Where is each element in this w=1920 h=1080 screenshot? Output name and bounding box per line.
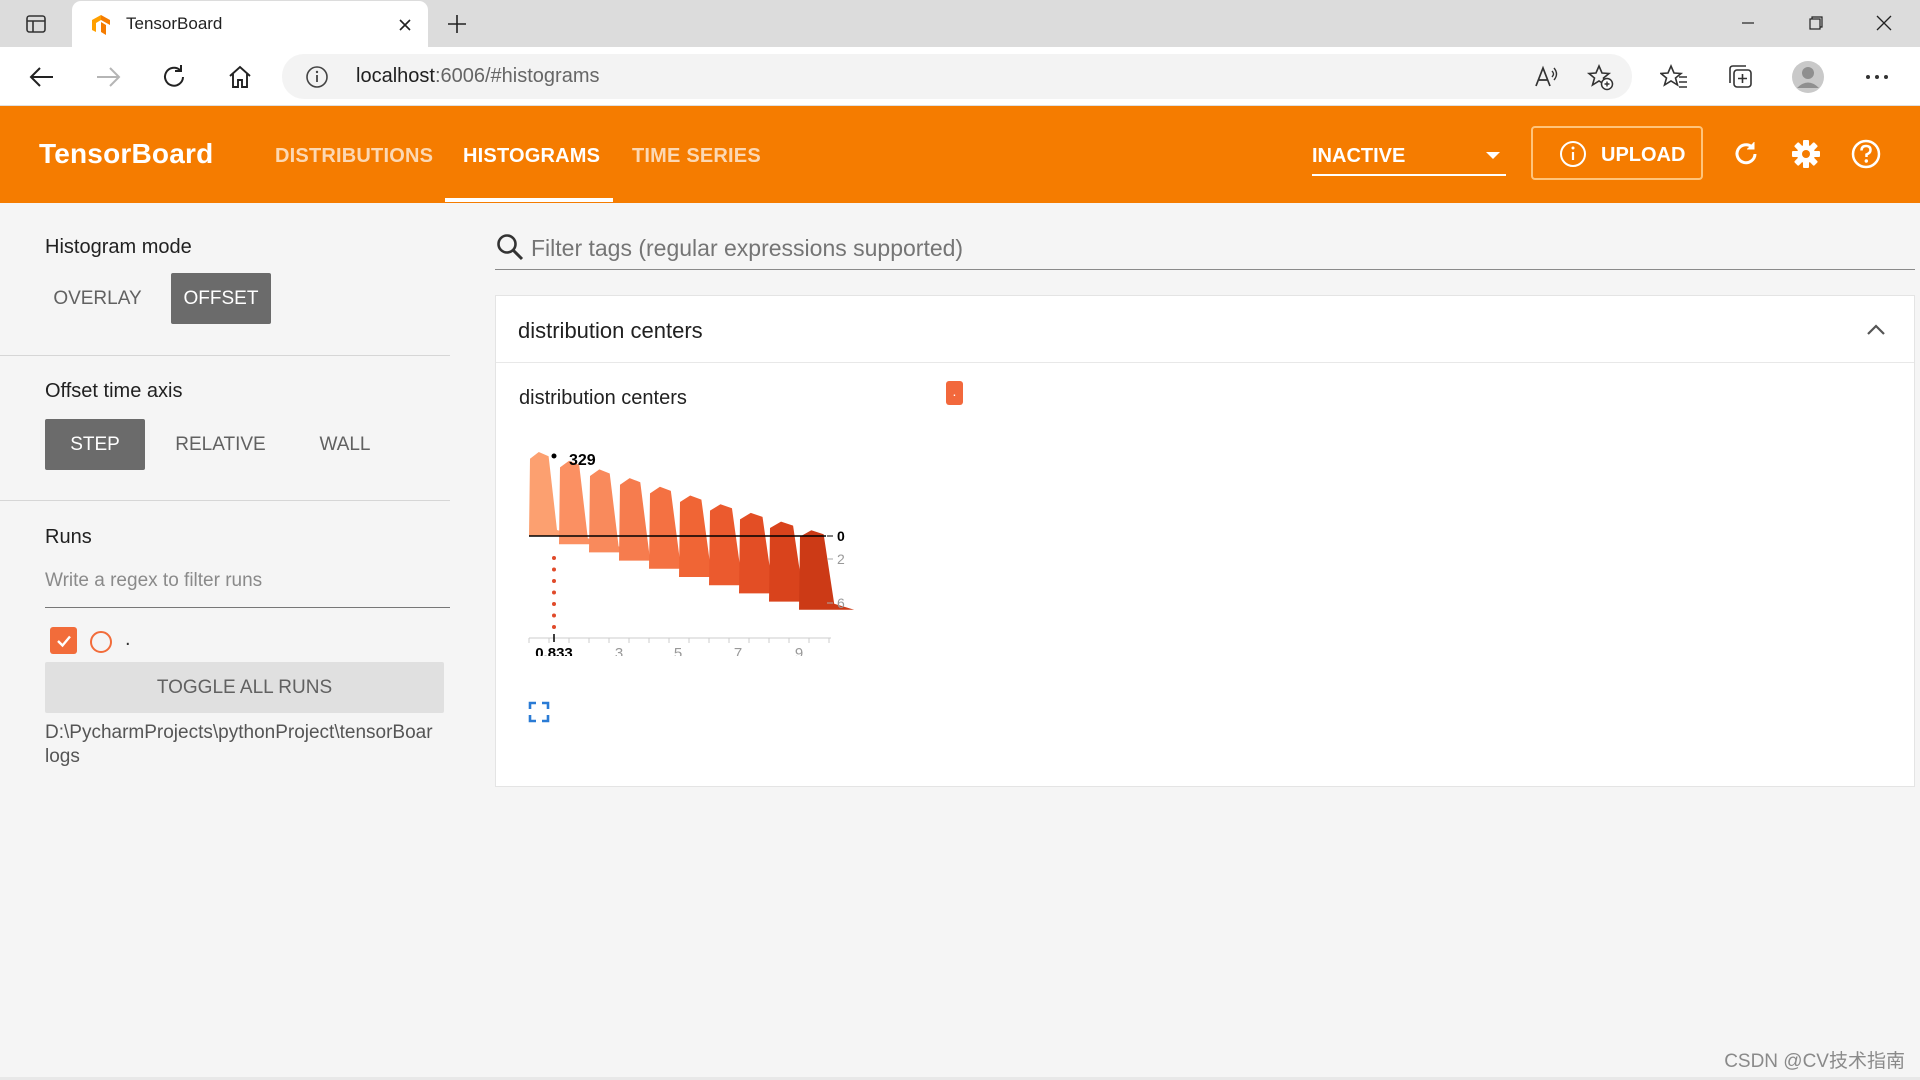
- tag-group-header[interactable]: distribution centers: [496, 296, 1914, 363]
- tensorboard-favicon-icon: [90, 14, 112, 36]
- main-content: Filter tags (regular expressions support…: [452, 203, 1920, 1080]
- chevron-up-icon[interactable]: [1864, 320, 1888, 340]
- url-host: localhost: [356, 65, 435, 87]
- settings-gear-icon[interactable]: [1788, 136, 1824, 172]
- run-name: .: [125, 628, 131, 650]
- step-button[interactable]: STEP: [45, 419, 145, 470]
- divider: [0, 500, 450, 501]
- address-bar: localhost:6006/#histograms: [0, 47, 1920, 106]
- read-aloud-icon[interactable]: [1532, 63, 1560, 91]
- x-tick-label: 5: [674, 645, 682, 656]
- toggle-all-runs-button[interactable]: TOGGLE ALL RUNS: [45, 662, 444, 713]
- tab-distributions[interactable]: DISTRIBUTIONS: [275, 145, 433, 168]
- inactive-plugins-dropdown[interactable]: INACTIVE: [1312, 134, 1506, 176]
- app-brand: TensorBoard: [39, 138, 214, 169]
- active-tab-indicator: [445, 198, 613, 202]
- hover-peak-dot: [551, 453, 557, 459]
- hover-guide-dot: [552, 602, 556, 606]
- more-options-icon[interactable]: [1858, 58, 1896, 96]
- refresh-icon[interactable]: [1728, 136, 1764, 172]
- browser-tab-strip: TensorBoard: [0, 0, 1920, 48]
- x-tick-label: 9: [795, 645, 803, 656]
- tab-histograms[interactable]: HISTOGRAMS: [463, 145, 600, 168]
- forward-arrow-icon[interactable]: [88, 57, 128, 97]
- collections-icon[interactable]: [1721, 58, 1759, 96]
- hover-guide-dot: [552, 590, 556, 595]
- histogram-ridge: [799, 530, 855, 610]
- upload-button[interactable]: UPLOAD: [1531, 126, 1703, 180]
- runs-heading: Runs: [45, 526, 92, 548]
- new-tab-icon[interactable]: [440, 8, 474, 40]
- browser-tab[interactable]: TensorBoard: [72, 1, 428, 48]
- tag-filter-input[interactable]: Filter tags (regular expressions support…: [495, 223, 1915, 270]
- y-tick-label: 6: [837, 595, 845, 611]
- browser-tab-title: TensorBoard: [126, 14, 223, 33]
- run-color-swatch[interactable]: [90, 631, 112, 653]
- url-field[interactable]: localhost:6006/#histograms: [282, 54, 1632, 99]
- tag-group-title: distribution centers: [518, 318, 703, 343]
- info-icon: [1559, 140, 1587, 168]
- hover-guide-dot: [552, 579, 556, 583]
- url-path: :6006/#histograms: [434, 65, 600, 87]
- x-tick-label: 0.833: [535, 645, 573, 656]
- search-icon: [495, 232, 525, 262]
- profile-avatar-icon[interactable]: [1789, 58, 1827, 96]
- hover-guide-dot: [552, 556, 556, 560]
- restore-icon[interactable]: [1782, 0, 1850, 46]
- help-icon[interactable]: [1848, 136, 1884, 172]
- logdir-line-2: logs: [45, 746, 80, 767]
- run-badge: .: [946, 381, 963, 405]
- offset-time-axis-heading: Offset time axis: [45, 380, 183, 402]
- reload-icon[interactable]: [154, 57, 194, 97]
- fullscreen-icon[interactable]: [528, 701, 550, 723]
- tag-group-card: distribution centers distribution center…: [495, 295, 1915, 787]
- favorites-icon[interactable]: [1655, 58, 1693, 96]
- site-info-icon[interactable]: [305, 65, 329, 89]
- home-icon[interactable]: [220, 57, 260, 97]
- plot-title: distribution centers: [519, 387, 687, 409]
- hover-guide-dot: [552, 613, 556, 618]
- x-tick-label: 3: [615, 645, 623, 656]
- close-window-icon[interactable]: [1850, 0, 1918, 46]
- back-arrow-icon[interactable]: [22, 57, 62, 97]
- y-tick-label: 2: [837, 551, 845, 567]
- histogram-mode-heading: Histogram mode: [45, 236, 192, 258]
- tab-time-series[interactable]: TIME SERIES: [632, 145, 761, 168]
- logdir-line-1: D:\PycharmProjects\pythonProject\tensorB…: [45, 722, 433, 743]
- x-tick-label: 7: [734, 645, 742, 656]
- close-tab-icon[interactable]: [392, 12, 418, 38]
- run-checkbox[interactable]: [50, 627, 77, 654]
- watermark: CSDN @CV技术指南: [1724, 1051, 1905, 1072]
- sidebar: Histogram mode OVERLAY OFFSET Offset tim…: [0, 203, 452, 1080]
- wall-button[interactable]: WALL: [300, 419, 390, 470]
- divider: [0, 355, 450, 356]
- add-favorite-icon[interactable]: [1586, 63, 1614, 91]
- log-directory: D:\PycharmProjects\pythonProject\tensorB…: [45, 721, 452, 769]
- caret-down-icon: [1486, 152, 1500, 159]
- tag-filter-placeholder: Filter tags (regular expressions support…: [531, 235, 964, 261]
- hover-guide-dot: [552, 567, 556, 572]
- histogram-chart[interactable]: 0 2 6 0.833 3 5 7 9 329: [521, 416, 861, 656]
- upload-label: UPLOAD: [1601, 144, 1686, 166]
- minimize-icon[interactable]: [1714, 0, 1782, 46]
- offset-button[interactable]: OFFSET: [171, 273, 271, 324]
- tensorboard-header: TensorBoard DISTRIBUTIONS HISTOGRAMS TIM…: [0, 106, 1920, 203]
- url-text: localhost:6006/#histograms: [356, 65, 599, 88]
- relative-button[interactable]: RELATIVE: [163, 419, 278, 470]
- dropdown-label: INACTIVE: [1312, 145, 1406, 167]
- runs-filter-input[interactable]: Write a regex to filter runs: [45, 558, 450, 608]
- tab-actions-icon[interactable]: [14, 8, 58, 40]
- y-tick-label: 0: [837, 528, 845, 544]
- hover-value-label: 329: [569, 452, 596, 469]
- hover-guide-dot: [552, 625, 556, 629]
- overlay-button[interactable]: OVERLAY: [45, 273, 150, 324]
